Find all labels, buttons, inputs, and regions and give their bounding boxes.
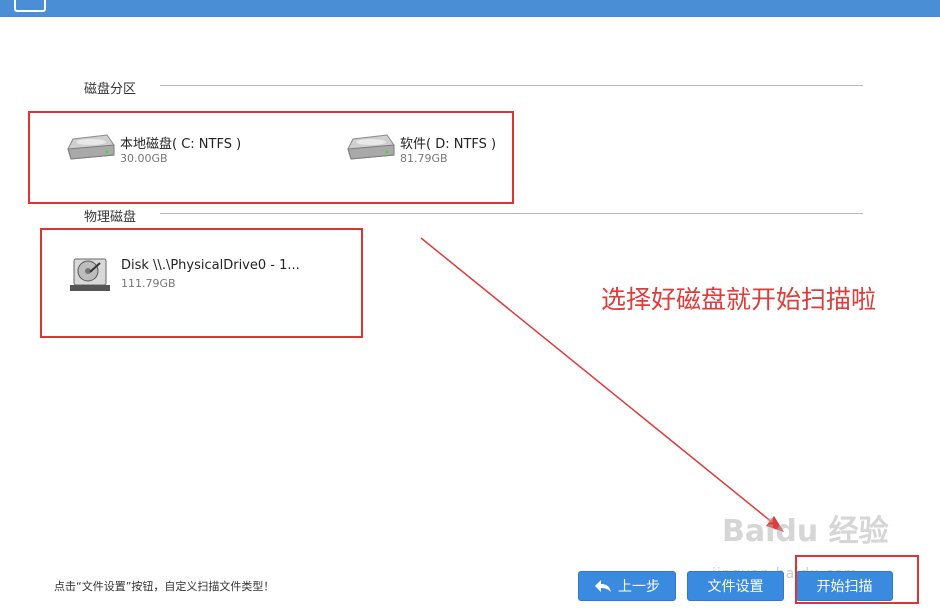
back-arrow-icon — [595, 580, 611, 592]
back-button[interactable]: 上一步 — [578, 571, 676, 601]
partitions-highlight-box — [28, 111, 514, 204]
partitions-divider — [160, 85, 863, 86]
partitions-section-title: 磁盘分区 — [84, 82, 137, 97]
file-settings-button-label: 文件设置 — [707, 579, 764, 595]
annotation-text: 选择好磁盘就开始扫描啦 — [601, 285, 877, 314]
physical-divider — [160, 213, 863, 214]
physical-highlight-box — [40, 228, 363, 338]
footer-hint: 点击“文件设置”按钮，自定义扫描文件类型！ — [54, 580, 275, 593]
baidu-watermark-logo: Baidu 经验 — [722, 514, 889, 549]
title-bar — [0, 0, 940, 17]
file-settings-button[interactable]: 文件设置 — [687, 571, 784, 601]
app-icon — [14, 0, 46, 12]
back-button-label: 上一步 — [618, 579, 660, 595]
start-scan-highlight-box — [795, 555, 919, 604]
physical-section-title: 物理磁盘 — [84, 210, 137, 225]
